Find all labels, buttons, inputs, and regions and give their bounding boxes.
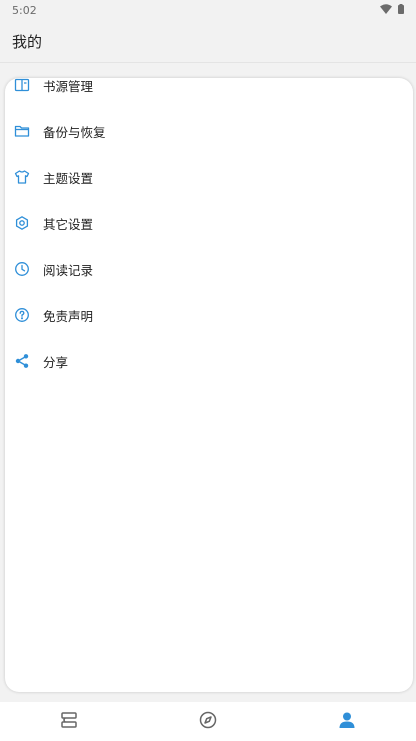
nav-tab-mine[interactable] [277, 702, 416, 741]
menu-item-label: 阅读记录 [43, 262, 94, 278]
status-bar: 5:02 [0, 0, 416, 20]
menu-item-book-source[interactable]: 书源管理 [5, 78, 413, 108]
menu-item-disclaimer[interactable]: 免责声明 [5, 292, 413, 338]
app-bar: 我的 [0, 20, 416, 62]
menu-item-reading-history[interactable]: 阅读记录 [5, 246, 413, 292]
menu-item-label: 备份与恢复 [43, 124, 106, 140]
bottom-nav [0, 702, 416, 741]
tshirt-icon [14, 169, 30, 185]
menu-card: 书源管理 备份与恢复 主题设置 其它设置 阅读记录 免责声明 分享 [5, 78, 413, 692]
menu-item-label: 书源管理 [43, 78, 94, 94]
question-icon [14, 307, 30, 323]
menu-item-backup-restore[interactable]: 备份与恢复 [5, 108, 413, 154]
app-bar-divider [0, 62, 416, 63]
menu-item-label: 主题设置 [43, 170, 94, 186]
nav-tab-bookshelf[interactable] [0, 702, 139, 741]
gear-icon [14, 215, 30, 231]
clock-icon [14, 261, 30, 277]
menu-item-share[interactable]: 分享 [5, 338, 413, 384]
menu-item-label: 分享 [43, 354, 69, 370]
status-time: 5:02 [12, 3, 37, 17]
menu-item-label: 其它设置 [43, 216, 94, 232]
compass-icon [198, 710, 218, 734]
status-icons [380, 3, 404, 17]
page-title: 我的 [12, 32, 43, 51]
bookshelf-icon [59, 710, 79, 734]
nav-tab-discover[interactable] [139, 702, 278, 741]
menu-item-theme-settings[interactable]: 主题设置 [5, 154, 413, 200]
share-icon [14, 353, 30, 369]
battery-icon [398, 3, 404, 17]
menu-item-other-settings[interactable]: 其它设置 [5, 200, 413, 246]
person-icon [337, 710, 357, 734]
wifi-icon [380, 3, 392, 17]
folder-icon [14, 123, 30, 139]
menu-item-label: 免责声明 [43, 308, 94, 324]
book-icon [14, 78, 30, 93]
